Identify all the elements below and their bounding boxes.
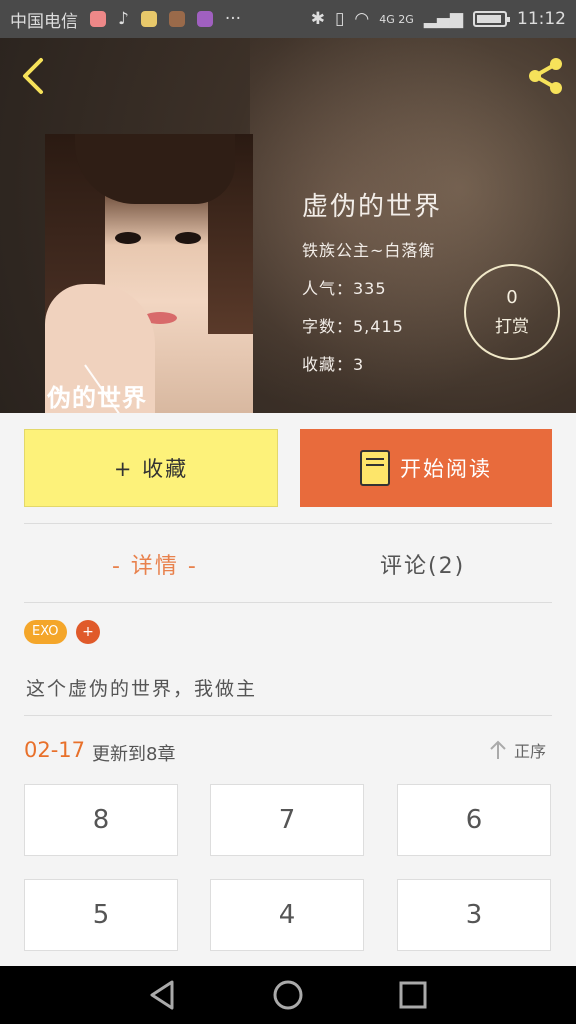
divider	[24, 602, 552, 603]
divider	[24, 715, 552, 716]
book-popularity: 人气：335	[302, 279, 387, 298]
music-note-icon: ♪	[118, 9, 129, 29]
chapter-item[interactable]: 8	[24, 784, 178, 856]
battery-icon	[473, 11, 510, 27]
book-favorites: 收藏：3	[302, 355, 365, 374]
book-author[interactable]: 铁族公主~白落衡	[302, 237, 442, 261]
update-status: 更新到8章	[92, 744, 176, 765]
notification-bear-icon	[168, 11, 185, 27]
status-bar: 中国电信 ♪ ··· ✱ ▯ ◠ 4G 2G ▂▄▆ 11:12	[0, 0, 576, 38]
book-info: 虚伪的世界 铁族公主~白落衡 人气：335 字数：5,415 收藏：3	[302, 186, 442, 389]
book-icon	[360, 450, 390, 486]
book-header: 伪的世界 虚伪的世界 铁族公主~白落衡 人气：335 字数：5,415 收藏：3…	[0, 38, 576, 413]
more-notifications-icon: ···	[224, 9, 242, 29]
sort-label: 正序	[514, 742, 547, 761]
chapter-item[interactable]: 4	[210, 879, 364, 951]
reward-count: 0	[506, 287, 518, 308]
circle-home-icon[interactable]	[271, 978, 305, 1012]
tag-badge[interactable]: EXO	[24, 620, 67, 644]
notification-emoji-icon	[140, 11, 157, 27]
chevron-left-icon	[23, 58, 43, 94]
notification-gallery-icon	[196, 11, 213, 27]
chapter-item[interactable]: 3	[397, 879, 551, 951]
book-title: 虚伪的世界	[302, 192, 443, 222]
bluetooth-icon: ✱	[310, 9, 326, 29]
update-date: 02-17	[24, 738, 86, 762]
carrier-name: 中国电信	[10, 11, 78, 32]
chapter-item[interactable]: 5	[24, 879, 178, 951]
book-cover: 伪的世界	[45, 134, 253, 413]
sort-toggle[interactable]: 正序	[488, 738, 546, 762]
book-description: 这个虚伪的世界，我做主	[26, 678, 258, 700]
arrow-up-icon	[490, 740, 506, 759]
chapter-item[interactable]: 7	[210, 784, 364, 856]
divider	[24, 523, 552, 524]
notification-flower-icon	[90, 11, 106, 27]
start-reading-button[interactable]: 开始阅读	[300, 429, 552, 507]
signal-icon: ▂▄▆	[423, 9, 463, 29]
tab-details[interactable]: - 详情 -	[112, 548, 198, 580]
share-icon	[529, 58, 562, 94]
clock: 11:12	[517, 9, 566, 29]
status-right: ✱ ▯ ◠ 4G 2G ▂▄▆ 11:12	[311, 9, 566, 29]
triangle-back-icon[interactable]	[146, 978, 180, 1012]
vibrate-icon: ▯	[335, 9, 345, 29]
reward-label: 打赏	[495, 317, 529, 337]
system-nav-bar	[0, 966, 576, 1024]
collect-label: + 收藏	[113, 457, 189, 481]
cover-title-text: 伪的世界	[47, 384, 147, 412]
square-recent-icon[interactable]	[396, 978, 430, 1012]
book-word-count: 字数：5,415	[302, 317, 404, 336]
status-left: 中国电信 ♪ ···	[10, 7, 241, 32]
tab-comments[interactable]: 评论(2)	[380, 548, 465, 580]
back-button[interactable]	[14, 56, 54, 96]
network-type: 4G 2G	[379, 12, 414, 26]
add-tag-button[interactable]: +	[76, 620, 100, 644]
reward-button[interactable]: 0 打赏	[464, 264, 560, 360]
wifi-icon: ◠	[354, 9, 370, 29]
share-button[interactable]	[524, 54, 568, 98]
start-reading-label: 开始阅读	[400, 457, 492, 481]
chapter-item[interactable]: 6	[397, 784, 551, 856]
collect-button[interactable]: + 收藏	[24, 429, 278, 507]
